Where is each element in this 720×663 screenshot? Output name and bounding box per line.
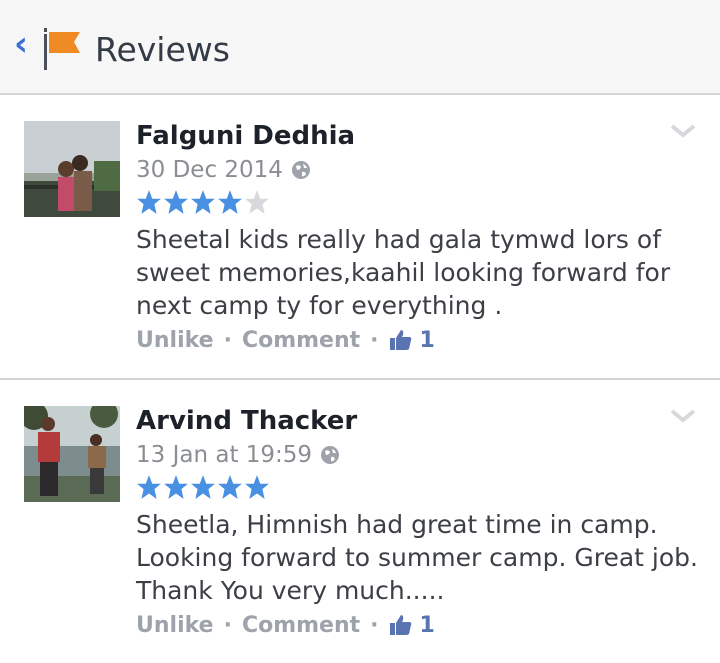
avatar[interactable] <box>24 121 120 217</box>
chevron-left-icon[interactable]: ‹ <box>14 24 28 64</box>
thumbs-up-icon[interactable] <box>389 328 413 352</box>
review-item: Arvind Thacker 13 Jan at 19:59 Sheetla, … <box>0 382 720 663</box>
star-empty-icon <box>245 190 269 214</box>
chevron-down-icon[interactable] <box>670 123 696 139</box>
star-icon <box>137 190 161 214</box>
chevron-down-icon[interactable] <box>670 408 696 424</box>
top-bar: ‹ Reviews <box>0 0 720 95</box>
review-item: Falguni Dedhia 30 Dec 2014 Sheetal kids … <box>0 97 720 380</box>
star-icon <box>137 475 161 499</box>
globe-icon <box>321 446 340 464</box>
review-text: Sheetla, Himnish had great time in camp.… <box>136 510 698 605</box>
thumbs-up-icon[interactable] <box>389 613 413 637</box>
star-icon <box>164 475 188 499</box>
star-icon <box>191 475 215 499</box>
review-actions: Unlike · Comment · 1 <box>136 325 435 355</box>
author-name[interactable]: Arvind Thacker <box>136 404 357 438</box>
review-text: Sheetal kids really had gala tymwd lors … <box>136 225 671 320</box>
separator: · <box>370 327 379 353</box>
like-count[interactable]: 1 <box>420 328 435 353</box>
like-count[interactable]: 1 <box>420 613 435 638</box>
page-title: Reviews <box>95 30 230 69</box>
review-meta: 30 Dec 2014 <box>136 155 311 185</box>
flag-icon[interactable] <box>38 26 82 72</box>
star-icon <box>245 475 269 499</box>
review-meta: 13 Jan at 19:59 <box>136 440 340 470</box>
review-date[interactable]: 30 Dec 2014 <box>136 155 283 185</box>
review-date[interactable]: 13 Jan at 19:59 <box>136 440 312 470</box>
unlike-link[interactable]: Unlike <box>136 613 214 638</box>
star-rating <box>136 474 271 504</box>
comment-link[interactable]: Comment <box>242 613 360 638</box>
separator: · <box>223 327 232 353</box>
comment-link[interactable]: Comment <box>242 328 360 353</box>
star-icon <box>164 190 188 214</box>
star-icon <box>191 190 215 214</box>
review-actions: Unlike · Comment · 1 <box>136 610 435 640</box>
star-rating <box>136 189 271 219</box>
avatar[interactable] <box>24 406 120 502</box>
star-icon <box>218 190 242 214</box>
author-name[interactable]: Falguni Dedhia <box>136 119 355 153</box>
unlike-link[interactable]: Unlike <box>136 328 214 353</box>
separator: · <box>370 612 379 638</box>
globe-icon <box>291 161 310 179</box>
separator: · <box>223 612 232 638</box>
star-icon <box>218 475 242 499</box>
